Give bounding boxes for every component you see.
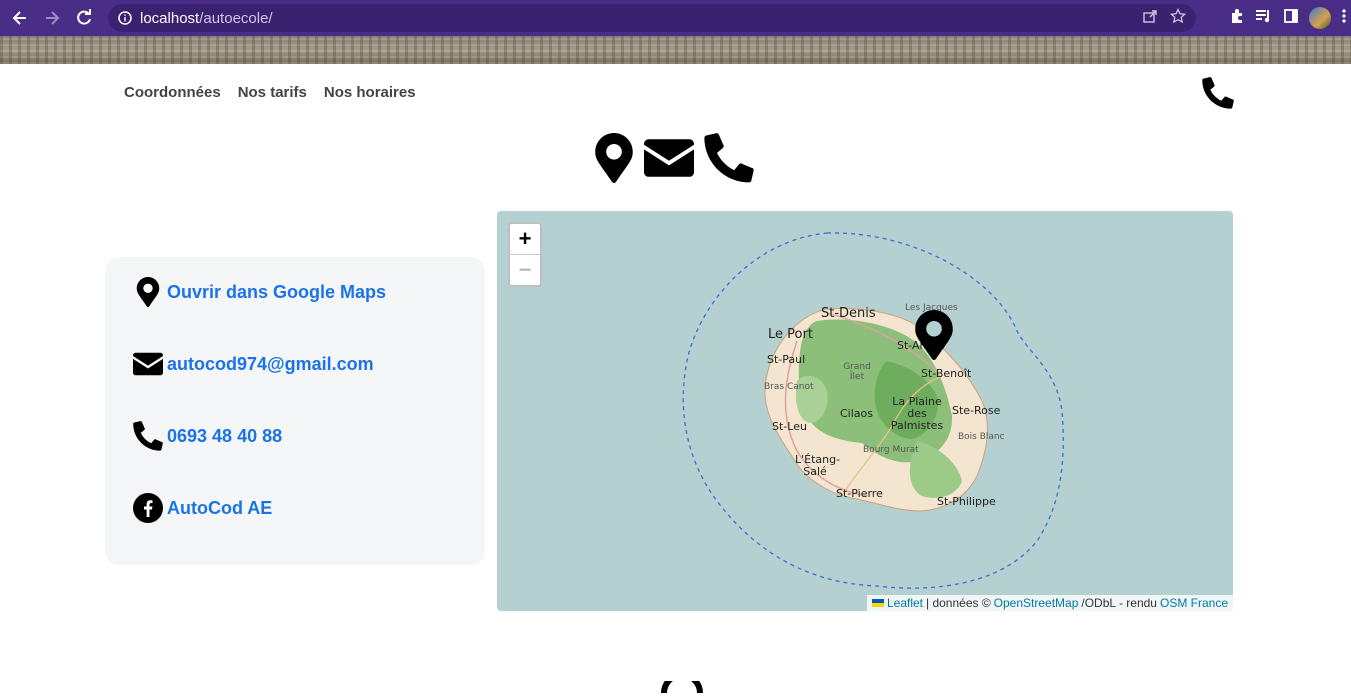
map-attribution: Leaflet | données © OpenStreetMap/ODbL -… — [866, 595, 1233, 611]
reload-icon[interactable] — [72, 6, 96, 30]
partial-icon — [660, 672, 704, 698]
map-label-st-benoit: St-Benoît — [921, 367, 972, 380]
extensions-icon[interactable] — [1229, 8, 1245, 29]
map-label-le-port: Le Port — [768, 327, 813, 342]
map-label-st-pierre: St-Pierre — [836, 487, 883, 500]
address-bar[interactable]: localhost/autoecole/ — [108, 4, 1196, 32]
map-pin-icon — [594, 133, 634, 188]
zoom-in-button[interactable]: + — [510, 224, 540, 255]
zoom-control: + − — [508, 222, 542, 287]
leaflet-map[interactable]: St-Denis Le Port Les Jacques St-André St… — [497, 211, 1233, 611]
contact-card: Ouvrir dans Google Maps autocod974@gmail… — [105, 257, 485, 565]
contact-icons-row — [594, 133, 754, 188]
map-label-grand-ilet: Grand Îlet — [843, 362, 871, 382]
map-pin-icon — [133, 276, 163, 308]
map-label-etang-sale: L'Étang-Salé — [795, 453, 841, 478]
openstreetmap-link[interactable]: OpenStreetMap — [994, 596, 1079, 610]
map-label-bois-blanc: Bois Blanc — [958, 432, 1005, 442]
email-link[interactable]: autocod974@gmail.com — [167, 354, 374, 375]
media-playlist-icon[interactable] — [1255, 8, 1273, 29]
header-banner-image — [0, 36, 1351, 64]
forward-arrow-icon[interactable] — [40, 6, 64, 30]
url-host: localhost — [140, 9, 200, 27]
google-maps-link[interactable]: Ouvrir dans Google Maps — [167, 282, 386, 303]
envelope-icon — [644, 139, 694, 182]
nav-item-coordonnees[interactable]: Coordonnées — [124, 84, 221, 101]
map-label-st-leu: St-Leu — [772, 420, 807, 433]
info-icon[interactable] — [118, 11, 132, 25]
phone-link[interactable]: 0693 48 40 88 — [167, 426, 282, 447]
map-marker-pin-icon[interactable] — [914, 310, 954, 365]
browser-toolbar: localhost/autoecole/ — [0, 0, 1351, 36]
facebook-link[interactable]: AutoCod AE — [167, 498, 272, 519]
map-label-st-denis: St-Denis — [821, 306, 876, 321]
profile-avatar[interactable] — [1309, 7, 1331, 29]
more-menu-icon[interactable] — [1341, 8, 1347, 29]
share-icon[interactable] — [1142, 8, 1158, 29]
url-text: localhost/autoecole/ — [140, 10, 273, 27]
nav-item-horaires[interactable]: Nos horaires — [324, 84, 416, 101]
leaflet-link[interactable]: Leaflet — [887, 596, 923, 610]
nav-item-tarifs[interactable]: Nos tarifs — [238, 84, 307, 101]
contact-maps-row: Ouvrir dans Google Maps — [133, 276, 386, 308]
back-arrow-icon[interactable] — [8, 6, 32, 30]
ukraine-flag-icon — [871, 599, 884, 607]
map-label-bras-canot: Bras Canot — [764, 382, 814, 392]
contact-facebook-row: AutoCod AE — [133, 492, 272, 524]
envelope-icon — [133, 348, 163, 380]
map-label-la-plaine: La Plaine des Palmistes — [890, 395, 944, 432]
map-label-bourg-murat: Bourg Murat — [863, 445, 919, 455]
url-path: /autoecole/ — [199, 9, 273, 27]
map-label-st-philippe: St-Philippe — [937, 495, 996, 508]
facebook-icon — [133, 492, 163, 524]
contact-phone-row: 0693 48 40 88 — [133, 420, 282, 452]
phone-icon[interactable] — [1202, 77, 1234, 114]
map-label-st-paul: St-Paul — [767, 353, 806, 366]
osm-france-link[interactable]: OSM France — [1160, 596, 1228, 610]
phone-icon — [133, 420, 163, 452]
map-label-ste-rose: Ste-Rose — [952, 404, 1001, 417]
contact-email-row: autocod974@gmail.com — [133, 348, 374, 380]
main-nav: Coordonnées Nos tarifs Nos horaires — [124, 84, 416, 101]
phone-icon — [704, 133, 754, 188]
attribution-odbl: /ODbL - rendu — [1081, 596, 1157, 610]
map-label-cilaos: Cilaos — [840, 407, 873, 420]
zoom-out-button[interactable]: − — [510, 255, 540, 285]
side-panel-icon[interactable] — [1283, 8, 1299, 29]
attribution-sep: | données © — [926, 596, 991, 610]
bookmark-star-icon[interactable] — [1169, 7, 1187, 29]
